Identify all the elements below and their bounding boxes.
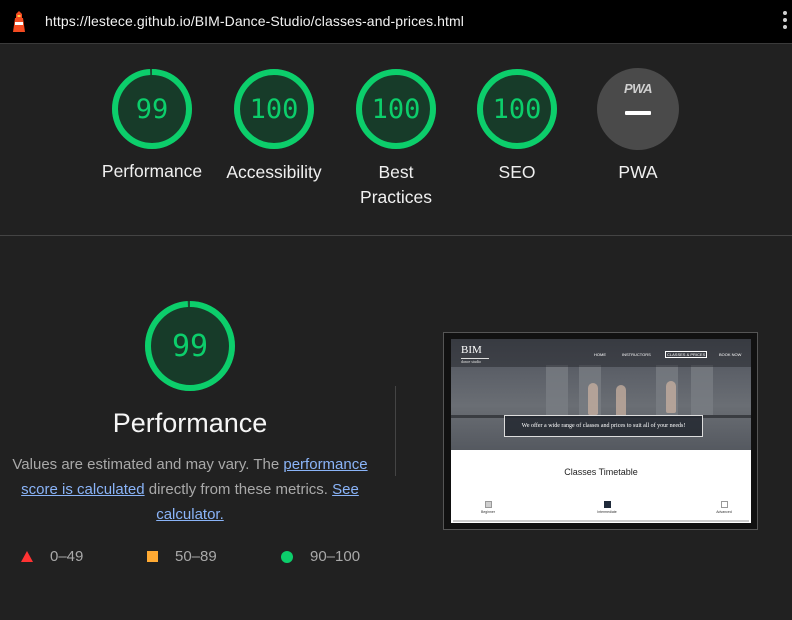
section-divider (0, 235, 792, 236)
performance-gauge-large: 99 (144, 300, 236, 392)
gauge-performance[interactable]: 99 (111, 68, 193, 150)
level-swatch (484, 501, 492, 508)
url-bar: https://lestece.github.io/BIM-Dance-Stud… (0, 0, 792, 44)
legend-pass-label: 90–100 (310, 548, 361, 565)
legend-fail-label: 0–49 (50, 548, 84, 565)
window-shape (691, 365, 713, 415)
pwa-badge-text: PWA (623, 81, 653, 96)
report-url: https://lestece.github.io/BIM-Dance-Stud… (45, 13, 465, 29)
thumb-nav: BIM dance studio HOME INSTRUCTORS CLASSE… (451, 339, 751, 367)
gauge-label-line: Best (378, 162, 414, 182)
lighthouse-icon (13, 11, 25, 32)
gauge-label-accessibility: Accessibility (226, 162, 322, 182)
thumb-scroll-edge (453, 520, 749, 522)
gauge-label-pwa: PWA (618, 162, 658, 182)
gauge-label-performance: Performance (101, 161, 203, 181)
gauge-score: 99 (135, 93, 169, 125)
thumb-nav-home: HOME (594, 352, 606, 357)
gauge-label-best-practices: Best Practices (336, 160, 456, 210)
pwa-dash-icon (625, 111, 651, 115)
desc-text: Values are estimated and may vary. The (12, 456, 284, 473)
thumb-offer-banner: We offer a wide range of classes and pri… (504, 415, 703, 437)
dancer-shape (666, 381, 676, 413)
screenshot-image: BIM dance studio HOME INSTRUCTORS CLASSE… (451, 339, 751, 523)
dancer-shape (616, 385, 626, 417)
thumb-level-beginner: Beginner (468, 501, 508, 514)
gauge-score: 100 (492, 93, 542, 125)
desc-text: directly from these metrics. (144, 481, 333, 498)
kebab-menu-icon[interactable] (780, 11, 790, 35)
gauge-accessibility[interactable]: 100 (233, 68, 315, 150)
gauge-label-seo: SEO (498, 162, 536, 182)
fail-triangle-icon (21, 551, 33, 562)
thumb-logo-sub: dance studio (461, 358, 489, 364)
window-shape (546, 365, 568, 415)
dancer-shape (588, 383, 598, 415)
level-swatch (720, 501, 728, 508)
gauge-seo[interactable]: 100 (476, 68, 558, 150)
vertical-divider (395, 386, 396, 476)
performance-description: Values are estimated and may vary. The p… (8, 452, 372, 527)
level-label: Beginner (480, 510, 495, 514)
thumb-nav-instructors: INSTRUCTORS (622, 352, 651, 357)
thumb-nav-classes: CLASSES & PRICES (665, 351, 708, 358)
thumb-level-advanced: Advanced (704, 501, 744, 514)
gauge-label-line: Practices (360, 187, 432, 207)
thumb-logo: BIM (461, 344, 482, 356)
level-label: Advanced (716, 510, 732, 514)
thumb-timetable-title: Classes Timetable (564, 467, 638, 477)
thumb-nav-book: BOOK NOW (719, 352, 742, 357)
legend-fail: 0–49 (21, 548, 83, 565)
legend-average: 50–89 (147, 548, 217, 565)
final-screenshot[interactable]: BIM dance studio HOME INSTRUCTORS CLASSE… (443, 332, 758, 530)
legend-average-label: 50–89 (175, 548, 217, 565)
gauge-score: 100 (249, 93, 299, 125)
level-label: Intermediate (597, 510, 617, 514)
gauge-score: 100 (371, 93, 421, 125)
performance-score: 99 (171, 328, 209, 364)
thumb-level-intermediate: Intermediate (587, 501, 627, 514)
pwa-badge[interactable]: PWA (597, 68, 679, 150)
level-swatch (603, 501, 611, 508)
average-square-icon (147, 551, 158, 562)
gauge-best-practices[interactable]: 100 (355, 68, 437, 150)
performance-title: Performance (112, 408, 268, 438)
legend-pass: 90–100 (281, 548, 360, 565)
pass-circle-icon (281, 550, 293, 563)
